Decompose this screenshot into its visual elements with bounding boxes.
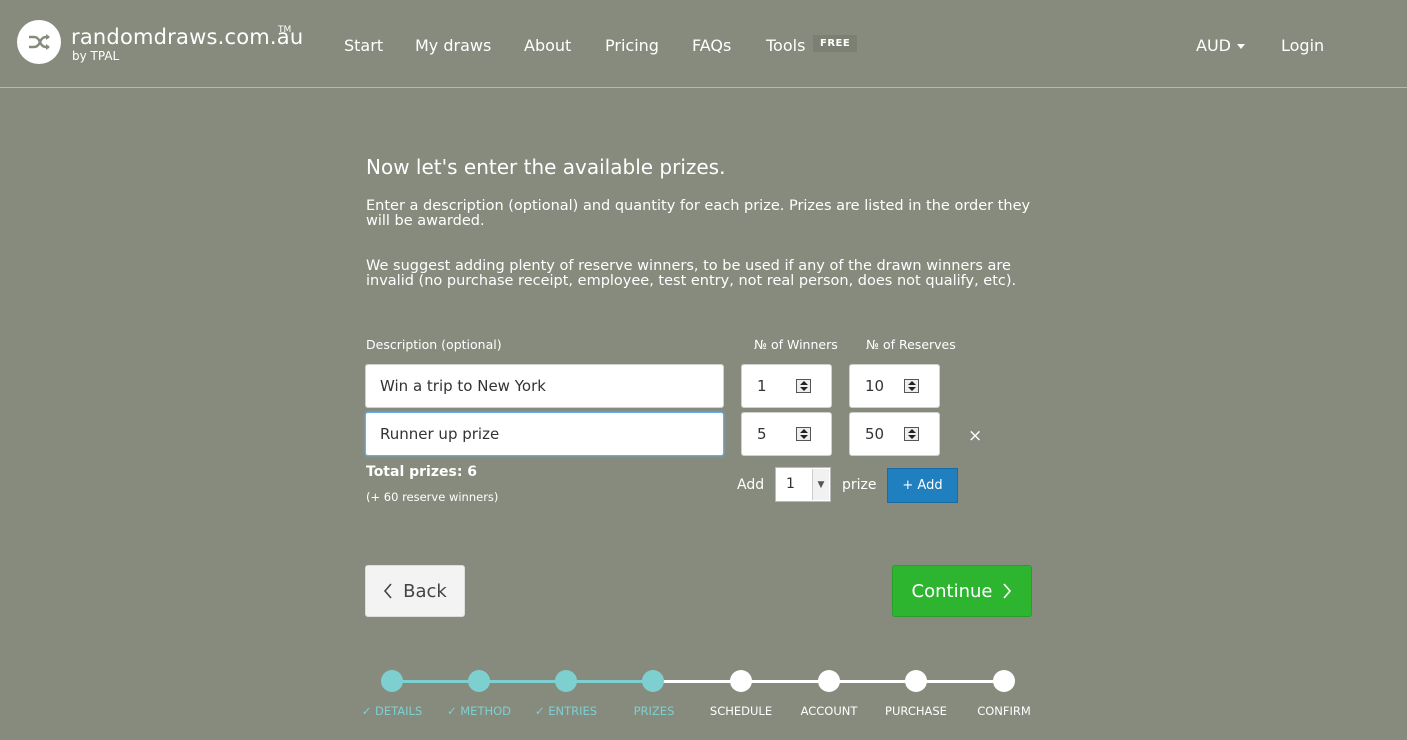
chevron-left-icon <box>384 583 392 599</box>
brand-subtitle: by TPAL <box>72 49 120 63</box>
reserve-suggestion-text: We suggest adding plenty of reserve winn… <box>366 258 1017 289</box>
step-label-schedule: SCHEDULE <box>709 704 773 718</box>
step-label-entries: ✓ ENTRIES <box>534 704 598 718</box>
step-label-confirm: CONFIRM <box>977 704 1031 718</box>
winners-value: 1 <box>757 377 767 395</box>
step-label-prizes: PRIZES <box>633 704 675 718</box>
login-link[interactable]: Login <box>1281 36 1324 55</box>
brand-name[interactable]: randomdraws.com.au <box>71 25 303 49</box>
instructions-text: Enter a description (optional) and quant… <box>366 198 1031 229</box>
continue-button[interactable]: Continue <box>892 565 1032 617</box>
prize-description-input[interactable]: Runner up prize <box>365 412 724 456</box>
description-column-label: Description (optional) <box>366 337 502 352</box>
winners-stepper[interactable]: 1 <box>741 364 832 408</box>
winners-value: 5 <box>757 425 767 443</box>
page-title: Now let's enter the available prizes. <box>366 155 726 179</box>
step-dot-prizes <box>642 670 664 692</box>
brand-trademark: TM <box>278 25 292 35</box>
nav-tools[interactable]: Tools <box>766 36 805 55</box>
step-label-account: ACCOUNT <box>800 704 858 718</box>
add-quantity-value: 1 <box>786 476 795 492</box>
shuffle-logo-icon[interactable] <box>17 20 61 64</box>
step-dot-confirm <box>993 670 1015 692</box>
prize-description-input[interactable]: Win a trip to New York <box>365 364 724 408</box>
free-badge: FREE <box>813 35 858 52</box>
spinner-arrows-icon[interactable] <box>904 427 919 441</box>
add-prize-button[interactable]: + Add <box>887 468 958 503</box>
chevron-right-icon <box>1003 583 1012 599</box>
spinner-arrows-icon[interactable] <box>796 427 811 441</box>
step-dot-schedule <box>730 670 752 692</box>
prize-label: prize <box>842 477 877 493</box>
step-label-details: ✓ DETAILS <box>361 704 423 718</box>
progress-line-done <box>392 680 654 683</box>
winners-column-label: № of Winners <box>754 337 838 352</box>
top-navbar: randomdraws.com.au TM by TPAL Start My d… <box>0 0 1407 88</box>
reserves-stepper[interactable]: 10 <box>849 364 940 408</box>
reserve-winners-note: (+ 60 reserve winners) <box>366 490 499 504</box>
nav-about[interactable]: About <box>524 36 571 55</box>
step-label-method: ✓ METHOD <box>446 704 512 718</box>
spinner-arrows-icon[interactable] <box>904 379 919 393</box>
step-dot-method <box>468 670 490 692</box>
currency-dropdown[interactable]: AUD <box>1196 36 1245 55</box>
step-label-purchase: PURCHASE <box>885 704 947 718</box>
currency-label: AUD <box>1196 36 1231 55</box>
step-dot-account <box>818 670 840 692</box>
total-prizes: Total prizes: 6 <box>366 464 478 480</box>
step-dot-details <box>381 670 403 692</box>
nav-pricing[interactable]: Pricing <box>605 36 659 55</box>
nav-faqs[interactable]: FAQs <box>692 36 731 55</box>
caret-down-icon <box>1236 44 1245 49</box>
step-dot-purchase <box>905 670 927 692</box>
winners-stepper[interactable]: 5 <box>741 412 832 456</box>
reserves-value: 10 <box>865 377 885 395</box>
step-dot-entries <box>555 670 577 692</box>
continue-label: Continue <box>911 580 993 602</box>
nav-my-draws[interactable]: My draws <box>415 36 491 55</box>
chevron-down-icon[interactable]: ▼ <box>812 469 829 500</box>
back-button[interactable]: Back <box>365 565 465 617</box>
add-quantity-select[interactable]: 1 ▼ <box>775 467 831 502</box>
nav-start[interactable]: Start <box>344 36 383 55</box>
back-label: Back <box>403 580 447 602</box>
remove-prize-icon[interactable]: × <box>968 426 982 446</box>
reserves-column-label: № of Reserves <box>866 337 956 352</box>
add-label: Add <box>737 477 765 493</box>
reserves-stepper[interactable]: 50 <box>849 412 940 456</box>
reserves-value: 50 <box>865 425 885 443</box>
spinner-arrows-icon[interactable] <box>796 379 811 393</box>
